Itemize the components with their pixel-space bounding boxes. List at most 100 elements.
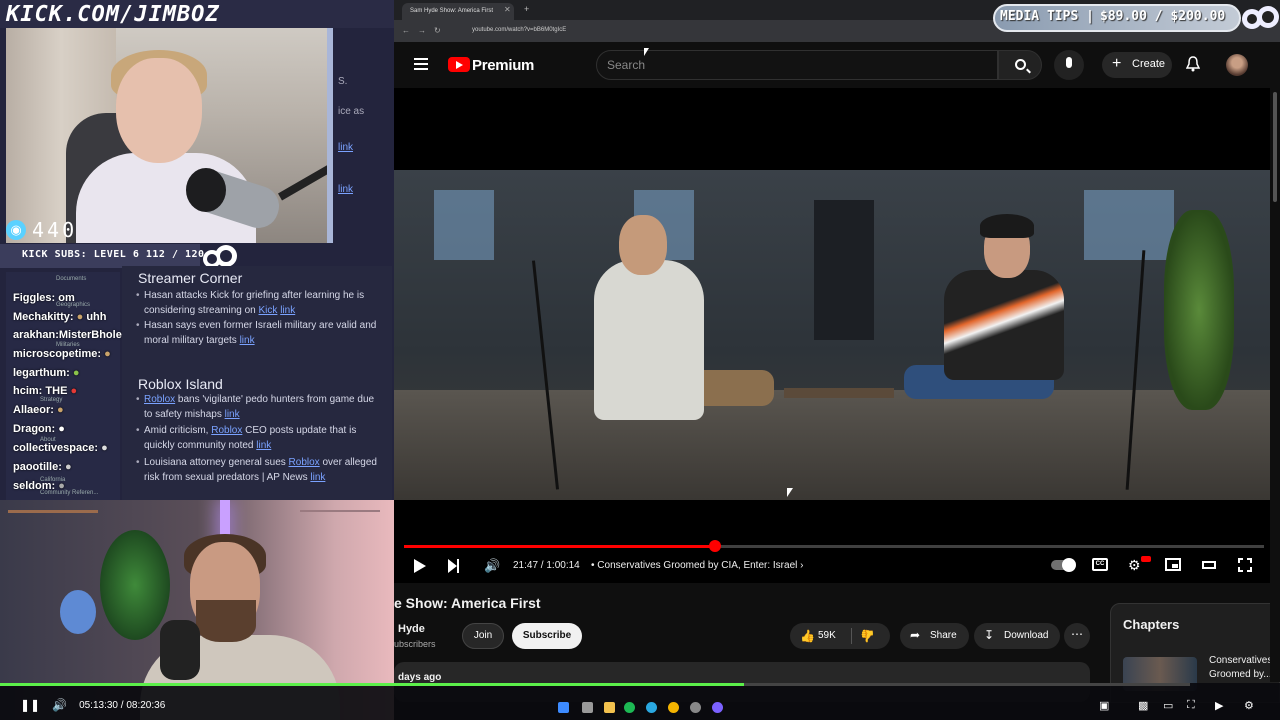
background-link[interactable]: link (338, 140, 394, 156)
download-icon: ↧ (984, 628, 995, 642)
subscriber-count: ubscribers (394, 639, 436, 649)
next-icon[interactable] (448, 559, 459, 573)
news-item: Amid criticism, Roblox CEO posts update … (136, 423, 384, 453)
news-link[interactable]: link (225, 409, 240, 420)
scrollbar[interactable] (1270, 42, 1280, 682)
plus-icon: + (1112, 55, 1122, 72)
menu-icon[interactable] (414, 58, 428, 70)
scrollbar-thumb[interactable] (1273, 92, 1277, 202)
taskbar-app-icon[interactable] (582, 702, 593, 713)
youtube-logo-icon[interactable] (448, 57, 470, 72)
emote-icon: ● (58, 480, 65, 492)
video-frame[interactable] (394, 170, 1274, 500)
create-button[interactable]: + Create (1102, 52, 1172, 78)
like-dislike-group: 👍 59K 👍 (790, 623, 890, 649)
background-link[interactable]: link (338, 182, 394, 198)
captions-icon[interactable]: ▣ (1099, 699, 1109, 712)
chat-panel: Documents Geographics Militaries Strateg… (6, 272, 132, 500)
chapter-button[interactable]: • Conservatives Groomed by CIA, Enter: I… (591, 560, 803, 571)
chat-message: collectivespace: ● (13, 442, 108, 454)
pause-icon[interactable]: ❚❚ (20, 698, 40, 712)
chat-message: Figgles: om (13, 292, 75, 304)
news-heading: Streamer Corner (138, 270, 243, 286)
close-icon[interactable]: ✕ (504, 5, 511, 14)
news-link[interactable]: Kick (259, 305, 278, 316)
youtube-brand[interactable]: Premium (472, 57, 534, 74)
gear-icon[interactable]: ⚙ (1244, 699, 1254, 712)
vod-seek-bar[interactable] (0, 683, 1190, 686)
speed-icon[interactable]: ▶ (1215, 699, 1223, 712)
news-item: Hasan attacks Kick for griefing after le… (136, 288, 384, 318)
autoplay-toggle[interactable] (1051, 558, 1076, 572)
windows-start-icon[interactable] (558, 702, 569, 713)
news-item: Louisiana attorney general sues Roblox o… (136, 455, 384, 485)
kick-subs-label: KICK SUBS: LEVEL 6 112 / 120 (22, 249, 205, 260)
browser-tab[interactable]: Sam Hyde Show: America First (402, 3, 514, 20)
time-display: 21:47 / 1:00:14 (513, 560, 580, 571)
download-button[interactable]: ↧ Download (974, 623, 1061, 649)
taskbar-app-icon[interactable] (712, 702, 723, 713)
settings-icon[interactable] (690, 702, 701, 713)
news-link[interactable]: link (280, 305, 295, 316)
new-tab-icon[interactable]: + (524, 4, 529, 14)
volume-icon[interactable]: 🔊 (484, 559, 500, 573)
join-button[interactable]: Join (462, 623, 504, 649)
emote-icon: ● (57, 404, 64, 416)
gear-icon[interactable]: ⚙ (1128, 557, 1141, 574)
stream-overlay: KICK.COM/JIMBOZ S. ice as link link ◉ 44… (0, 0, 394, 720)
emote-icon: ● (72, 367, 80, 379)
background-article-text: S. ice as link link (338, 40, 394, 198)
viewer-count: ◉ 440 (6, 218, 77, 242)
miniplayer-icon[interactable] (1165, 558, 1181, 571)
news-link[interactable]: Roblox (289, 457, 320, 468)
search-button[interactable] (998, 50, 1042, 80)
chat-message: hcim: THE ● (13, 385, 78, 397)
fullscreen-icon[interactable] (1238, 558, 1252, 572)
channel-name[interactable]: Hyde (398, 623, 425, 635)
ghost-label: Strategy (40, 397, 63, 403)
avatar[interactable] (1226, 54, 1248, 76)
chat-message: paootille: ● (13, 461, 72, 473)
news-panel: Streamer Corner Hasan attacks Kick for g… (122, 266, 392, 500)
dislike-icon[interactable]: 👍 (860, 629, 875, 643)
like-count[interactable]: 59K (818, 630, 836, 641)
seek-bar[interactable] (404, 540, 1264, 552)
theater-mode-icon[interactable] (1202, 561, 1216, 569)
news-link[interactable]: link (310, 472, 325, 483)
viewers-icon: ◉ (6, 220, 26, 240)
news-link[interactable]: Roblox (211, 425, 242, 436)
chat-message: Mechakitty: ● uhh (13, 311, 107, 323)
vod-seek-bar-played (0, 683, 744, 686)
news-link[interactable]: link (256, 440, 271, 451)
mouse-cursor-icon (644, 48, 649, 56)
share-button[interactable]: ➦ Share (900, 623, 969, 649)
spotify-icon[interactable] (624, 702, 635, 713)
chat-message: seldom: ● (13, 480, 65, 492)
mouse-cursor-icon (787, 488, 793, 497)
bell-icon[interactable] (1186, 56, 1200, 72)
chat-message: microscopetime: ● (13, 348, 111, 360)
search-icon (1015, 59, 1026, 70)
like-icon[interactable]: 👍 (800, 629, 815, 643)
folder-icon[interactable] (604, 702, 615, 713)
news-item: Hasan says even former Israeli military … (136, 318, 384, 348)
url-field[interactable]: youtube.com/watch?v=bB6M0tgIcE (472, 27, 566, 33)
subtitles-icon[interactable]: CC (1092, 558, 1108, 571)
screen: KICK.COM/JIMBOZ S. ice as link link ◉ 44… (0, 0, 1280, 720)
voice-search-button[interactable] (1054, 50, 1084, 80)
chrome-icon[interactable] (668, 702, 679, 713)
subscribe-button[interactable]: Subscribe (512, 623, 582, 649)
chapter-item-label[interactable]: Conservatives Groomed by... (1209, 654, 1273, 682)
play-icon[interactable] (414, 559, 426, 573)
fullscreen-icon[interactable]: ⛶ (1187, 699, 1195, 712)
navigation-icons[interactable]: ←→↻ (402, 26, 449, 35)
chapters-title: Chapters (1123, 617, 1180, 632)
theater-mode-icon[interactable]: ▭ (1163, 699, 1173, 712)
more-options-icon[interactable]: ⋯ (1064, 623, 1090, 649)
volume-icon[interactable]: 🔊 (52, 698, 67, 712)
miniplayer-icon[interactable]: ▩ (1138, 699, 1148, 712)
news-link[interactable]: link (240, 335, 255, 346)
search-input[interactable]: Search (596, 50, 998, 80)
edge-icon[interactable] (646, 702, 657, 713)
news-link[interactable]: Roblox (144, 394, 175, 405)
